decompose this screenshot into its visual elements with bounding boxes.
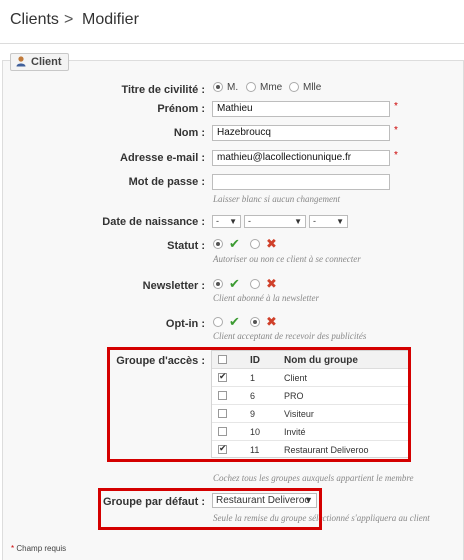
- password-help: Laisser blanc si aucun changement: [213, 194, 340, 204]
- required-marker: *: [394, 125, 398, 136]
- chevron-down-icon: ▼: [336, 217, 344, 226]
- lastname-field[interactable]: Hazebroucq: [212, 125, 390, 141]
- status-label: Statut :: [167, 240, 205, 252]
- highlight-box-groups: [107, 347, 411, 462]
- cross-icon: ✖: [266, 236, 277, 251]
- birthday-year-select[interactable]: - ▼: [309, 215, 348, 228]
- required-marker: *: [394, 101, 398, 112]
- birthday-day-select[interactable]: - ▼: [212, 215, 241, 228]
- email-field[interactable]: mathieu@lacollectionunique.fr: [212, 150, 390, 166]
- civility-radio-mme[interactable]: [246, 82, 256, 92]
- section-legend: Client: [10, 53, 69, 71]
- cross-icon: ✖: [266, 314, 277, 329]
- birthday-month-select[interactable]: - ▼: [244, 215, 306, 228]
- section-legend-label: Client: [31, 56, 62, 68]
- optin-help: Client acceptant de recevoir des publici…: [213, 331, 367, 341]
- optin-no-radio[interactable]: [250, 317, 260, 327]
- cross-icon: ✖: [266, 276, 277, 291]
- firstname-label: Prénom :: [157, 103, 205, 115]
- breadcrumb-separator: >: [64, 11, 74, 28]
- birthday-year-value: -: [313, 216, 316, 226]
- highlight-box-default-group: [98, 488, 322, 530]
- page-title: Modifier: [82, 11, 139, 28]
- status-help: Autoriser ou non ce client à se connecte…: [213, 254, 361, 264]
- chevron-down-icon: ▼: [294, 217, 302, 226]
- user-icon: [15, 55, 27, 67]
- required-note-text: Champ requis: [16, 544, 67, 553]
- newsletter-yes-radio[interactable]: [213, 279, 223, 289]
- newsletter-help: Client abonné à la newsletter: [213, 293, 319, 303]
- newsletter-label: Newsletter :: [142, 280, 205, 292]
- firstname-field[interactable]: Mathieu: [212, 101, 390, 117]
- optin-yes-radio[interactable]: [213, 317, 223, 327]
- password-label: Mot de passe :: [128, 176, 205, 188]
- password-field[interactable]: [212, 174, 390, 190]
- civility-option-m: M.: [227, 82, 239, 93]
- civility-radio-mlle[interactable]: [289, 82, 299, 92]
- birthday-label: Date de naissance :: [102, 216, 205, 228]
- birthday-day-value: -: [216, 216, 219, 226]
- required-star: *: [11, 544, 15, 553]
- check-icon: ✔: [229, 314, 240, 329]
- required-note: * Champ requis: [11, 544, 66, 553]
- status-yes-radio[interactable]: [213, 239, 223, 249]
- civility-option-mme: Mme: [260, 82, 283, 93]
- page-header: Clients > Modifier: [0, 0, 464, 44]
- status-no-radio[interactable]: [250, 239, 260, 249]
- civility-option-mlle: Mlle: [303, 82, 322, 93]
- required-marker: *: [394, 150, 398, 161]
- lastname-label: Nom :: [173, 127, 205, 139]
- birthday-month-value: -: [248, 216, 251, 226]
- civility-label: Titre de civilité :: [121, 84, 205, 96]
- breadcrumb-clients[interactable]: Clients: [10, 11, 59, 29]
- groups-help: Cochez tous les groupes auxquels apparti…: [213, 473, 414, 483]
- chevron-down-icon: ▼: [229, 217, 237, 226]
- newsletter-no-radio[interactable]: [250, 279, 260, 289]
- check-icon: ✔: [229, 236, 240, 251]
- civility-radio-m[interactable]: [213, 82, 223, 92]
- email-label: Adresse e-mail :: [120, 152, 205, 164]
- optin-label: Opt-in :: [165, 318, 205, 330]
- check-icon: ✔: [229, 276, 240, 291]
